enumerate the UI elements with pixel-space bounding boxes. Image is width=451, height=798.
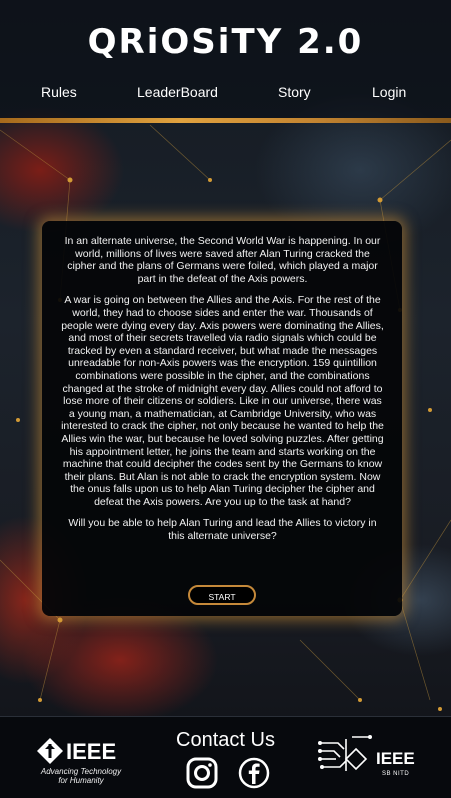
story-paragraph-2: A war is going on between the Allies and… xyxy=(61,294,384,508)
ieee-sb-wordmark: IEEE xyxy=(376,749,415,768)
site-footer: IEEE Advancing Technology for Humanity C… xyxy=(0,716,451,798)
ieee-tagline-line-2: for Humanity xyxy=(58,776,104,785)
ieee-sb-logo[interactable]: IEEE SB NITD xyxy=(316,731,416,791)
nav-login[interactable]: Login xyxy=(372,84,406,100)
story-card: In an alternate universe, the Second Wor… xyxy=(42,221,402,616)
ieee-tagline-line-1: Advancing Technology xyxy=(40,767,122,776)
ieee-sb-subtitle: SB NITD xyxy=(382,771,410,777)
site-logo[interactable]: QRiOSiTY 2.0 xyxy=(0,22,451,62)
ieee-tagline: Advancing Technology for Humanity xyxy=(36,767,126,785)
story-paragraph-3: Will you be able to help Alan Turing and… xyxy=(68,517,377,543)
nav-story[interactable]: Story xyxy=(278,84,311,100)
facebook-icon[interactable] xyxy=(238,757,270,789)
story-paragraph-1: In an alternate universe, the Second Wor… xyxy=(64,235,381,285)
story-text: In an alternate universe, the Second Wor… xyxy=(60,235,385,552)
nav-leaderboard[interactable]: LeaderBoard xyxy=(137,84,218,100)
circuit-emblem-icon xyxy=(318,735,372,771)
nav-rules[interactable]: Rules xyxy=(41,84,77,100)
start-button[interactable]: START xyxy=(188,585,256,605)
main-nav: Rules LeaderBoard Story Login xyxy=(0,84,451,104)
site-header: QRiOSiTY 2.0 Rules LeaderBoard Story Log… xyxy=(0,0,451,123)
header-divider xyxy=(0,118,451,123)
instagram-icon[interactable] xyxy=(186,757,218,789)
